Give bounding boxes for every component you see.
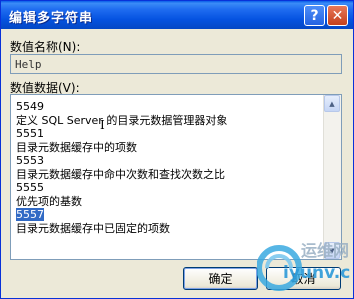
close-icon: ✕ xyxy=(331,7,344,24)
value-data-line: 5557 xyxy=(16,208,316,222)
value-data-line: 5551 xyxy=(16,127,316,141)
help-button[interactable]: ? xyxy=(304,5,325,26)
value-data-line-text: 目录元数据缓存中已固定的项数 xyxy=(16,221,170,235)
watermark-text-en: iyunv.com xyxy=(283,263,351,283)
title-bar[interactable]: 编辑多字符串 ? ✕ xyxy=(1,1,353,29)
value-name-label: 数值名称(N): xyxy=(10,40,81,54)
window-title: 编辑多字符串 xyxy=(9,11,94,26)
close-button[interactable]: ✕ xyxy=(327,5,348,26)
value-data-line-text: 优先项的基数 xyxy=(16,194,82,208)
help-icon: ? xyxy=(310,7,319,24)
value-data-line: 目录元数据缓存中的项数 xyxy=(16,141,316,155)
watermark-logo: 运维网 iyunv.com xyxy=(257,241,351,291)
watermark-text-cn: 运维网 xyxy=(301,241,349,260)
value-data-line-text: 目录元数据缓存中的项数 xyxy=(16,140,137,154)
value-data-line: 5555 xyxy=(16,181,316,195)
value-data-line: 目录元数据缓存中命中次数和查找次数之比 xyxy=(16,168,316,182)
value-data-line-text: 目录元数据缓存中命中次数和查找次数之比 xyxy=(16,167,225,181)
value-name-field: Help xyxy=(10,54,342,74)
value-data-line-text: 5549 xyxy=(16,100,44,113)
value-data-lines: 5549 定义 SQL Server 的目录元数据管理器对象 5551 目录元数据缓存… xyxy=(16,100,316,235)
scroll-up-arrow-icon[interactable]: ▲ xyxy=(324,95,340,112)
value-data-line-text: 5553 xyxy=(16,154,44,167)
value-data-line: 5549 xyxy=(16,100,316,114)
value-data-line-text: 5557 xyxy=(16,208,44,221)
edit-multi-string-dialog: 编辑多字符串 ? ✕ 数值名称(N): Help 数值数据(V): 5549 定义… xyxy=(0,0,354,299)
value-data-line-text: 定义 SQL Server 的目录元数据管理器对象 xyxy=(16,113,228,127)
value-data-line: 5553 xyxy=(16,154,316,168)
text-cursor-icon: I xyxy=(100,118,105,132)
ok-button[interactable]: 确定 xyxy=(183,267,258,290)
value-data-line: 定义 SQL Server 的目录元数据管理器对象 xyxy=(16,114,316,128)
value-data-line-text: 5555 xyxy=(16,181,44,194)
value-data-line-text: 5551 xyxy=(16,127,44,140)
value-data-line: 优先项的基数 xyxy=(16,195,316,209)
